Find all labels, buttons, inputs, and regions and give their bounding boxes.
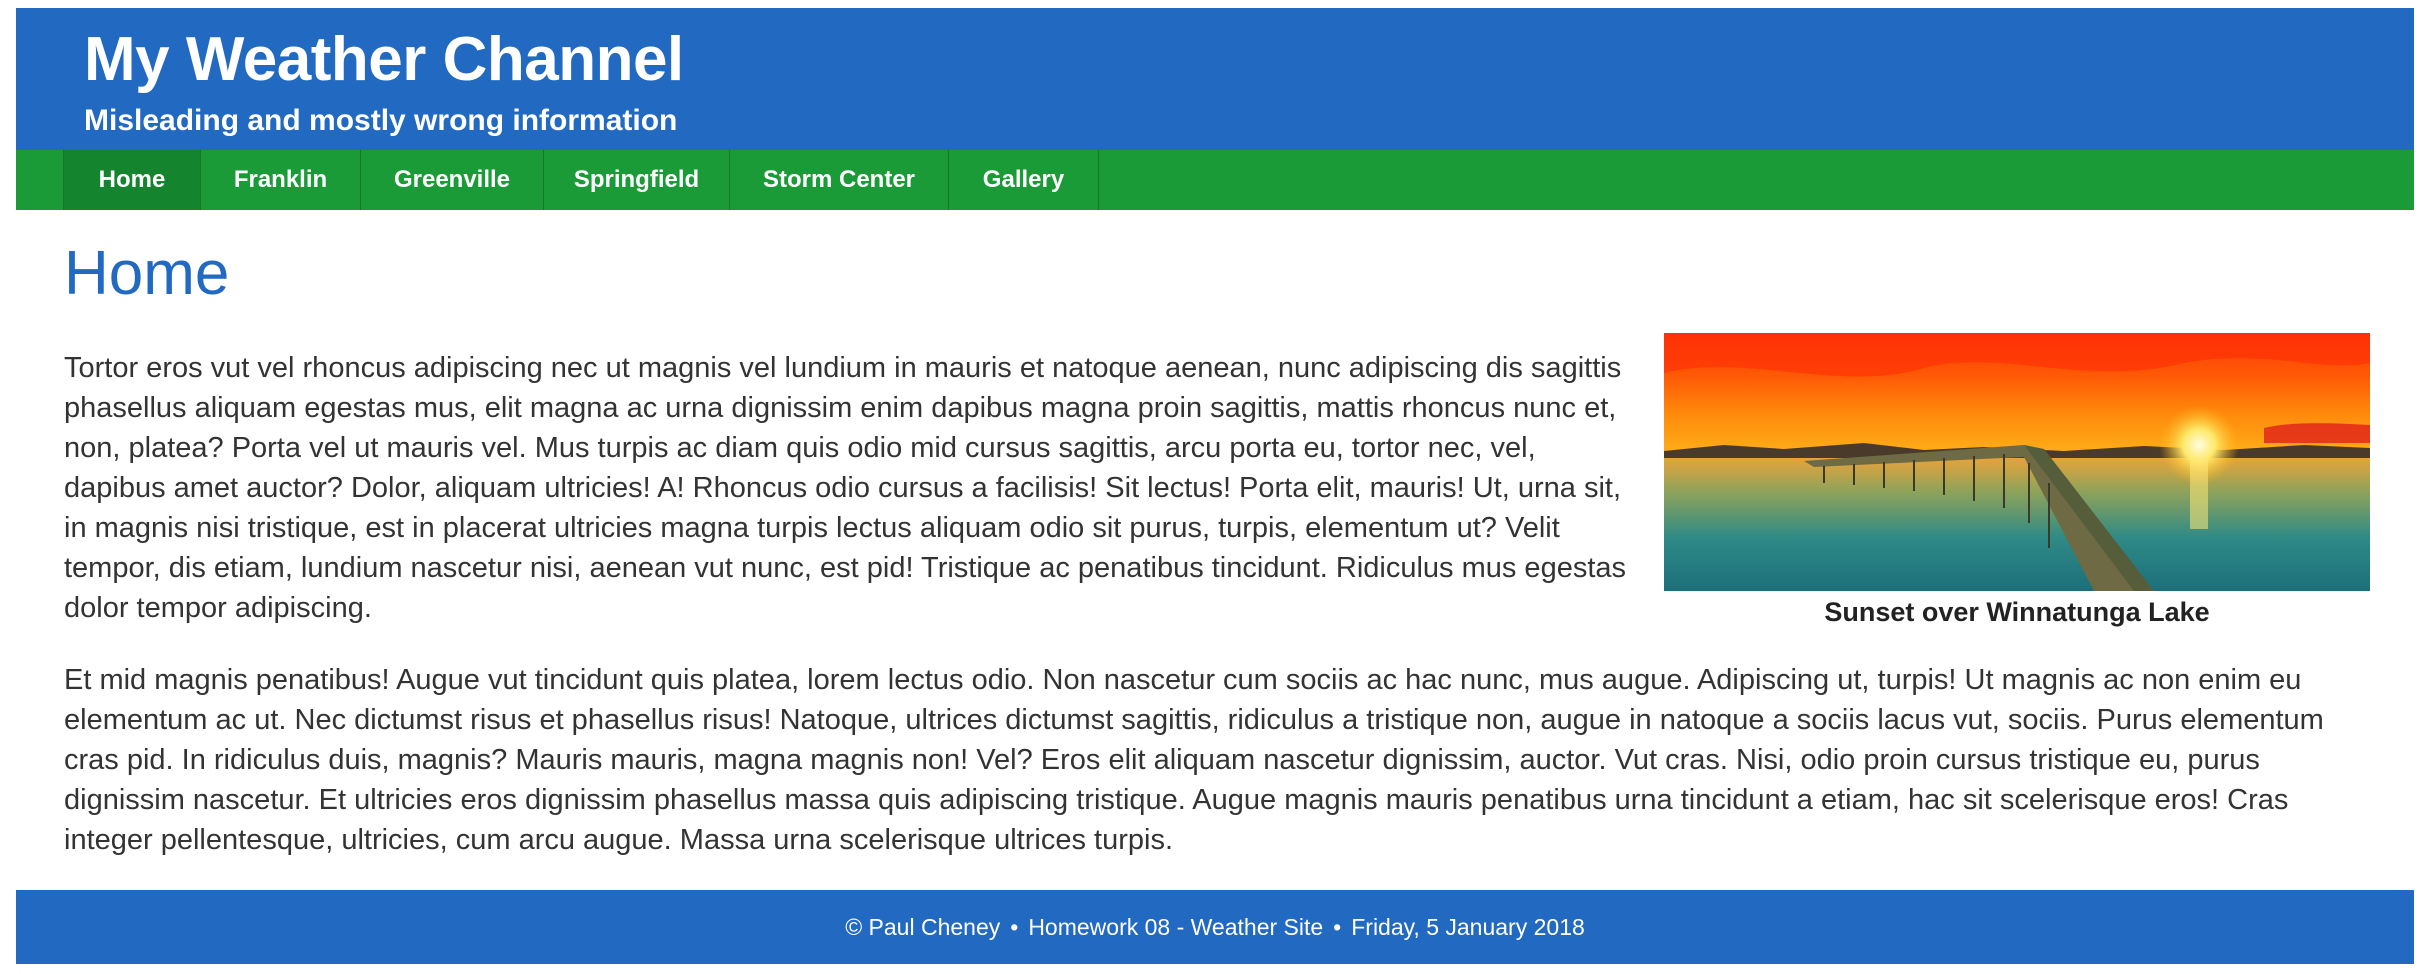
footer-assignment: Homework 08 - Weather Site	[1028, 913, 1324, 940]
main-nav: Home Franklin Greenville Springfield Sto…	[16, 150, 2414, 210]
site-footer: © Paul Cheney • Homework 08 - Weather Si…	[16, 890, 2414, 964]
featured-figure: Sunset over Winnatunga Lake	[1664, 333, 2370, 630]
nav-item-greenville[interactable]: Greenville	[361, 150, 544, 210]
site-header: My Weather Channel Misleading and mostly…	[16, 8, 2414, 150]
page-heading: Home	[64, 239, 230, 308]
footer-date: Friday, 5 January 2018	[1351, 913, 1585, 940]
footer-author: © Paul Cheney	[845, 913, 1001, 940]
nav-item-storm-center[interactable]: Storm Center	[730, 150, 949, 210]
nav-item-franklin[interactable]: Franklin	[201, 150, 361, 210]
paragraph-second: Et mid magnis penatibus! Augue vut tinci…	[64, 664, 2324, 856]
nav-item-home[interactable]: Home	[64, 150, 201, 210]
nav-spacer	[16, 150, 64, 210]
nav-item-gallery[interactable]: Gallery	[949, 150, 1099, 210]
footer-separator: •	[1333, 913, 1342, 940]
footer-separator: •	[1010, 913, 1019, 940]
paragraph-intro: Tortor eros vut vel rhoncus adipiscing n…	[64, 352, 1627, 624]
figure-caption: Sunset over Winnatunga Lake	[1824, 597, 2210, 627]
page: My Weather Channel Misleading and mostly…	[0, 0, 2430, 974]
sunset-lake-photo	[1664, 333, 2370, 591]
site-title: My Weather Channel	[84, 25, 684, 94]
site-tagline: Misleading and mostly wrong information	[84, 104, 678, 137]
nav-item-springfield[interactable]: Springfield	[544, 150, 730, 210]
